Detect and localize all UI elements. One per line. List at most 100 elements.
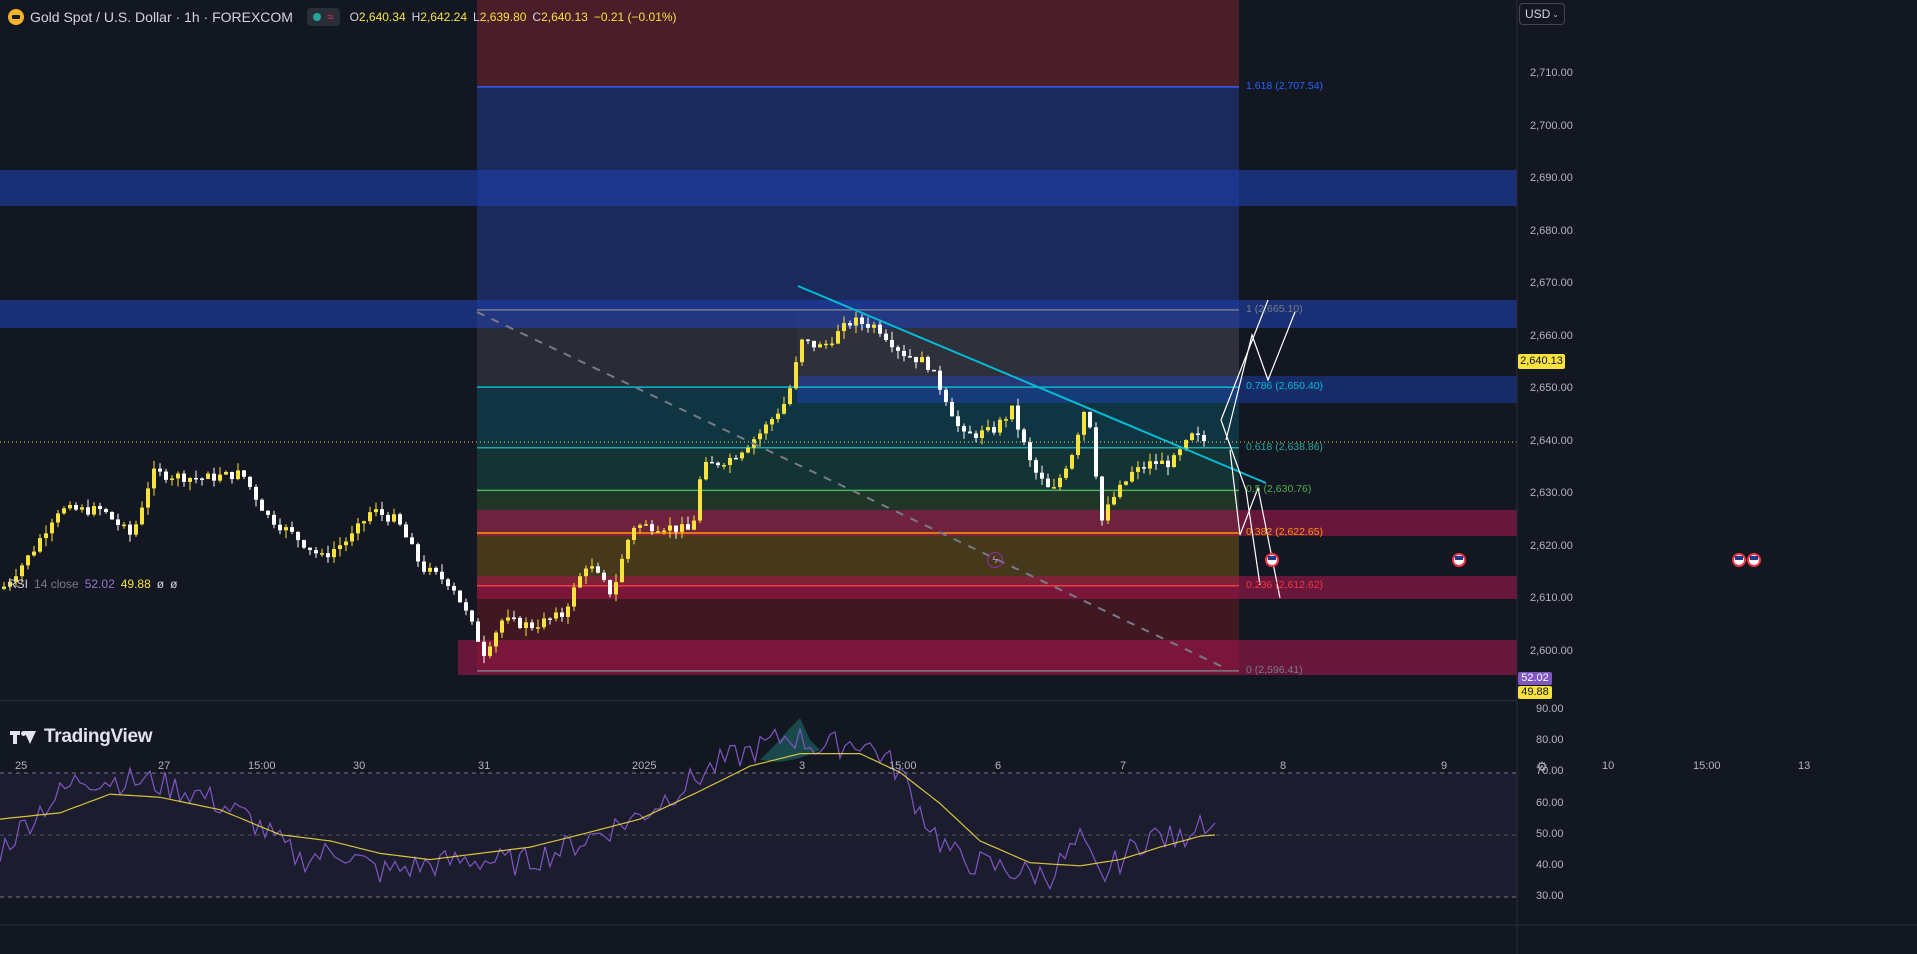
chart-canvas[interactable]: [0, 0, 1917, 954]
market-status-pill[interactable]: ≈: [306, 8, 340, 26]
candle-body: [806, 339, 810, 342]
candle-body: [194, 477, 198, 480]
candle-body: [968, 431, 972, 434]
time-axis-label: 8: [1280, 760, 1287, 772]
candle-body: [1040, 472, 1044, 479]
time-axis-label: 6: [995, 760, 1002, 772]
candle-body: [560, 612, 564, 617]
candle-body: [1160, 460, 1164, 464]
candle-body: [392, 514, 396, 522]
candle-body: [554, 612, 558, 619]
price-axis-label: 2,640.00: [1530, 434, 1573, 447]
candle-body: [218, 474, 222, 481]
wave-icon: ≈: [326, 10, 334, 24]
symbol-legend[interactable]: Gold Spot / U.S. Dollar · 1h · FOREXCOM …: [8, 6, 677, 28]
candle-body: [914, 356, 918, 363]
candle-body: [362, 521, 366, 524]
us-flag-news-icon[interactable]: [1452, 553, 1466, 567]
candle-body: [872, 324, 876, 328]
candle-body: [518, 617, 522, 628]
time-axis-label: 10: [1602, 760, 1615, 772]
candle-body: [134, 524, 138, 535]
lightning-icon[interactable]: ϟ: [987, 552, 1003, 568]
candle-body: [1112, 496, 1116, 505]
candle-body: [278, 524, 282, 531]
candle-body: [254, 486, 258, 500]
candle-body: [608, 580, 612, 595]
candle-body: [908, 356, 912, 358]
gold-coin-icon: [8, 9, 24, 25]
candle-body: [536, 627, 540, 629]
candle-body: [182, 473, 186, 482]
candle-body: [1148, 461, 1152, 469]
candle-body: [1196, 433, 1200, 436]
rsi-axis-label: 50.00: [1536, 827, 1564, 840]
candle-body: [614, 582, 618, 595]
candle-body: [830, 343, 834, 346]
chevron-down-icon: ⌄: [1552, 9, 1559, 19]
candle-body: [434, 567, 438, 572]
candle-body: [548, 618, 552, 620]
time-axis-label: 9: [1441, 760, 1448, 772]
candle-body: [674, 525, 678, 532]
ohlc-values: O2,640.34 H2,642.24 L2,639.80 C2,640.13 …: [349, 10, 677, 24]
rsi-legend[interactable]: RSI 14 close 52.02 49.88 ø ø: [8, 577, 177, 591]
time-axis-label: 31: [478, 760, 491, 772]
symbol-title[interactable]: Gold Spot / U.S. Dollar · 1h · FOREXCOM: [30, 9, 293, 25]
candle-body: [596, 566, 600, 573]
fib-retracement-zone[interactable]: [477, 0, 1239, 673]
candle-body: [188, 477, 192, 482]
candle-body: [944, 389, 948, 402]
time-axis-label: 15:00: [889, 760, 917, 772]
candle-body: [1010, 405, 1014, 420]
candle-body: [956, 416, 960, 427]
candle-body: [428, 567, 432, 572]
candle-body: [386, 514, 390, 522]
candle-body: [326, 553, 330, 558]
candle-body: [128, 524, 132, 535]
price-axis-label: 2,600.00: [1530, 645, 1573, 657]
candle-body: [656, 531, 660, 533]
tradingview-logo[interactable]: TradingView: [10, 726, 153, 748]
candle-body: [698, 479, 702, 521]
candle-body: [266, 510, 270, 515]
candle-body: [476, 621, 480, 642]
us-flag-news-icon[interactable]: [1265, 553, 1279, 567]
fib-level-label: 1 (2,665.10): [1246, 302, 1303, 315]
candle-body: [314, 550, 318, 554]
currency-dropdown[interactable]: USD ⌄: [1519, 3, 1565, 25]
market-open-icon: [312, 13, 321, 21]
candle-body: [1088, 411, 1092, 428]
candle-body: [602, 572, 606, 581]
candle-body: [1118, 484, 1122, 497]
candle-body: [1076, 434, 1080, 456]
fib-level-label: 0 (2,596.41): [1246, 663, 1303, 676]
candle-body: [734, 457, 738, 460]
candle-body: [452, 585, 456, 591]
candle-body: [1016, 405, 1020, 430]
us-flag-news-icon[interactable]: [1747, 553, 1761, 567]
candle-body: [302, 540, 306, 548]
candle-body: [932, 369, 936, 372]
candle-body: [464, 602, 468, 611]
candle-body: [290, 527, 294, 532]
candle-body: [344, 541, 348, 546]
candle-body: [920, 357, 924, 363]
candle-body: [578, 576, 582, 588]
fib-level-label: 0.5 (2,630.76): [1246, 483, 1312, 496]
candle-body: [1124, 481, 1128, 485]
us-flag-news-icon[interactable]: [1732, 553, 1746, 567]
candle-body: [26, 555, 30, 566]
candle-body: [170, 478, 174, 480]
time-axis-label: 30: [353, 760, 366, 772]
candle-body: [764, 424, 768, 434]
rsi-axis-label: 30.00: [1536, 890, 1564, 902]
gear-icon[interactable]: ⚙: [1534, 759, 1550, 775]
fib-level-label: 0.236 (2,612.62): [1246, 578, 1324, 591]
candle-body: [86, 507, 90, 515]
time-axis-label: 3: [799, 760, 806, 772]
candle-body: [842, 323, 846, 332]
price-change: −0.21 (−0.01%): [593, 10, 677, 24]
candle-body: [440, 571, 444, 580]
candle-body: [782, 403, 786, 414]
